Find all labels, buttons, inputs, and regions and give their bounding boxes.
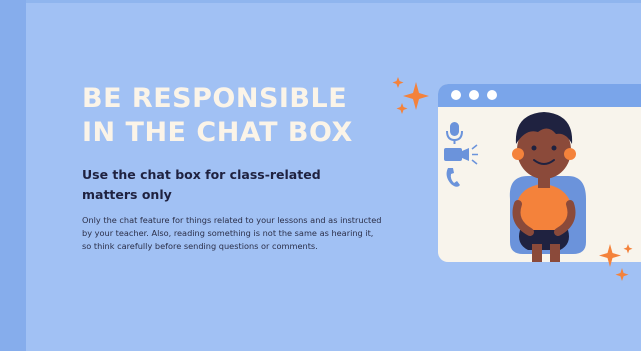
boy-eye-left [531, 145, 537, 151]
boy-leg-left [532, 244, 542, 262]
left-band [0, 0, 26, 351]
slide-body-text: Only the chat feature for things related… [82, 215, 382, 251]
window-dot-1 [451, 90, 461, 100]
title-line-2: IN THE CHAT BOX [82, 117, 353, 148]
boy-ear-right [564, 148, 576, 160]
sparkle-icon [392, 77, 429, 114]
video-call-illustration [438, 84, 641, 262]
boy-eye-right [551, 145, 557, 151]
slide-title: BE RESPONSIBLE IN THE CHAT BOX [82, 82, 353, 150]
boy-leg-right [550, 244, 560, 262]
window-title-bar [438, 84, 641, 107]
sparkle-icon [599, 244, 633, 281]
slide-subheading: Use the chat box for class-related matte… [82, 167, 321, 202]
boy-ear-left [512, 148, 524, 160]
window-dot-2 [469, 90, 479, 100]
top-band [26, 0, 641, 3]
window-dot-3 [487, 90, 497, 100]
title-line-1: BE RESPONSIBLE [82, 83, 348, 114]
